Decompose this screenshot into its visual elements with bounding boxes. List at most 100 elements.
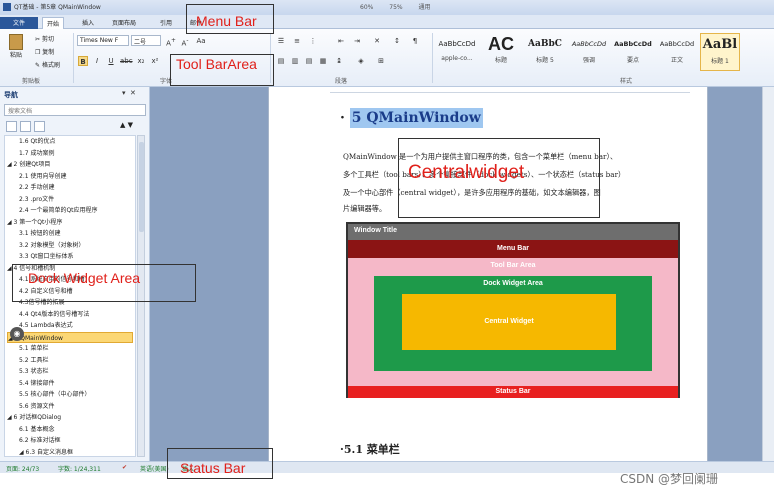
nav-tree-item[interactable]: 5.5 核心部件（中心部件） — [19, 389, 133, 400]
font-size-select[interactable]: 二号 — [131, 35, 161, 46]
tab-file[interactable]: 文件 — [0, 17, 38, 29]
status-bar-annotation: Status Bar — [180, 460, 246, 476]
qmainwindow-layout-diagram: Window Title Menu Bar Tool Bar Area Dock… — [346, 222, 680, 398]
line-spacing-icon[interactable]: ↨ — [334, 56, 344, 66]
camera-icon[interactable]: ◉ — [10, 327, 24, 341]
document-scrollbar[interactable] — [762, 87, 774, 461]
underline-icon[interactable]: U — [106, 56, 116, 66]
pages-view-icon[interactable] — [20, 121, 31, 132]
subscript-icon[interactable]: x₂ — [136, 56, 146, 66]
section-heading-5-1[interactable]: ·5.1 菜单栏 — [340, 441, 400, 457]
nav-tree-item[interactable]: ◢ 6 对话框QDialog — [7, 412, 133, 423]
border-icon[interactable]: ⊞ — [376, 56, 386, 66]
nav-tree-item[interactable]: 6.2 标准对话框 — [19, 435, 133, 446]
paste-label: 粘贴 — [9, 52, 22, 59]
headings-view-icon[interactable] — [6, 121, 17, 132]
style-heading-5[interactable]: AaBbC 标题 5 — [524, 33, 566, 71]
style-strong[interactable]: AaBbCcDd 要点 — [612, 33, 654, 71]
style-normal[interactable]: AaBbCcDd 正文 — [656, 33, 698, 71]
shading-icon[interactable]: ◈ — [356, 56, 366, 66]
strikethrough-icon[interactable]: abc — [120, 56, 133, 66]
scissors-icon: ✂ — [35, 36, 42, 43]
numbering-icon[interactable]: ≡ — [292, 36, 302, 46]
paste-button[interactable]: 粘贴 — [6, 33, 26, 63]
scroll-thumb[interactable] — [139, 142, 144, 232]
nav-tree-item[interactable]: 6.1 基本概念 — [19, 424, 133, 435]
word-count[interactable]: 字数: 1/24,311 — [58, 464, 101, 473]
nav-tree-item[interactable]: 5.4 铆接部件 — [19, 378, 133, 389]
nav-tree-item[interactable]: 1.7 成功案例 — [19, 148, 133, 159]
nav-tree-item[interactable]: 3.1 按钮的创建 — [19, 228, 133, 239]
align-left-icon[interactable]: ▤ — [276, 56, 286, 66]
justify-icon[interactable]: ▦ — [318, 56, 328, 66]
nav-tree-item[interactable]: 5.2 工具栏 — [19, 355, 133, 366]
format-painter-label: 格式刷 — [41, 62, 60, 69]
increase-indent-icon[interactable]: ⇥ — [352, 36, 362, 46]
change-case-icon[interactable]: Aa — [196, 36, 206, 46]
nav-tree-item[interactable]: 3.3 Qt窗口坐标体系 — [19, 251, 133, 262]
style-preview: AaBbCcDd — [438, 40, 476, 48]
decrease-indent-icon[interactable]: ⇤ — [336, 36, 346, 46]
nav-tree-item[interactable]: 2.3 .pro文件 — [19, 194, 133, 205]
page-count[interactable]: 页面: 24/73 — [6, 464, 39, 473]
heading-text[interactable]: 5 QMainWindow — [349, 108, 483, 128]
nav-up-down-icon[interactable]: ▲ ▼ — [120, 121, 133, 129]
style-heading-1[interactable]: AaBl 标题 1 — [700, 33, 740, 71]
clipboard-icon — [9, 34, 23, 50]
show-marks-icon[interactable]: ¶ — [410, 36, 420, 46]
nav-tree-item[interactable]: ◢ 3 第一个Qt小程序 — [7, 217, 133, 228]
bullets-icon[interactable]: ☰ — [276, 36, 286, 46]
cut-button[interactable]: ✂ 剪切 — [34, 33, 55, 44]
diagram-central-widget: Central Widget — [402, 294, 616, 350]
italic-icon[interactable]: I — [92, 56, 102, 66]
format-painter-button[interactable]: ✎ 格式刷 — [34, 59, 61, 70]
style-title[interactable]: AC 标题 — [480, 33, 522, 71]
paragraph-group-label: 段落 — [335, 78, 348, 85]
nav-tree-item[interactable]: 5.3 状态栏 — [19, 366, 133, 377]
nav-tree-item[interactable]: 4.5 Lambda表达式 — [19, 320, 133, 331]
style-name: 标题 5 — [536, 57, 554, 64]
nav-tree-item[interactable]: ◢ 5 QMainWindow — [7, 331, 133, 343]
tab-insert[interactable]: 插入 — [78, 17, 98, 29]
dropdown-icon[interactable]: ▾ — [122, 89, 126, 97]
chapter-heading[interactable]: · 5 QMainWindow — [340, 108, 483, 128]
bold-icon[interactable]: B — [78, 56, 88, 66]
style-emphasis[interactable]: AaBbCcDd 强调 — [568, 33, 610, 71]
sort-icon[interactable]: ↕ — [392, 36, 402, 46]
nav-tree-item[interactable]: 2.2 手动创建 — [19, 182, 133, 193]
grow-font-icon[interactable]: A+ — [166, 36, 176, 47]
nav-title: 导航 — [4, 91, 18, 99]
language-indicator[interactable]: 英语(美国) — [140, 464, 169, 473]
close-icon[interactable]: ✕ — [130, 89, 136, 97]
nav-tree-item[interactable]: 5.1 菜单栏 — [19, 343, 133, 354]
align-center-icon[interactable]: ▥ — [290, 56, 300, 66]
shrink-font-icon[interactable]: A- — [180, 36, 190, 47]
nav-tree-item[interactable]: 2.1 使用向导创建 — [19, 171, 133, 182]
nav-tree-item[interactable]: ◢ 2 创建Qt项目 — [7, 159, 133, 170]
copy-button[interactable]: ❐ 复制 — [34, 46, 55, 57]
style-name: 要点 — [626, 57, 639, 64]
multilevel-list-icon[interactable]: ⋮ — [308, 36, 318, 46]
tab-home[interactable]: 开始 — [42, 17, 65, 29]
nav-tree-item[interactable]: 5.6 资源文件 — [19, 401, 133, 412]
nav-search-input[interactable]: 搜索文档 — [4, 104, 146, 116]
style-preview: AC — [488, 34, 514, 54]
nav-tree-item[interactable]: ◢ 6.3 自定义消息框 — [19, 447, 133, 457]
nav-tree-item[interactable]: 4.4 Qt4版本的信号槽写法 — [19, 309, 133, 320]
style-apple-co[interactable]: AaBbCcDd apple-co... — [436, 33, 478, 71]
superscript-icon[interactable]: x² — [150, 56, 160, 66]
chinese-layout-icon[interactable]: ✕ — [372, 36, 382, 46]
nav-tree-item[interactable]: 2.4 一个最简单的Qt应用程序 — [19, 205, 133, 216]
title-middle-status: 60% 75% 通用 — [360, 2, 445, 11]
results-view-icon[interactable] — [34, 121, 45, 132]
style-preview: AaBbC — [528, 39, 562, 49]
align-right-icon[interactable]: ▤ — [304, 56, 314, 66]
nav-tree-item[interactable]: 3.2 对象模型（对象树） — [19, 240, 133, 251]
tab-page-layout[interactable]: 页面布局 — [108, 17, 140, 29]
central-widget-annotation: Centralwidget — [408, 162, 525, 183]
copy-label: 复制 — [42, 49, 55, 56]
tab-references[interactable]: 引用 — [156, 17, 176, 29]
nav-tree-item[interactable]: 1.6 Qt的优点 — [19, 136, 133, 147]
proofing-icon[interactable]: ✔ — [122, 464, 127, 471]
font-name-select[interactable]: Times New F — [77, 35, 129, 46]
